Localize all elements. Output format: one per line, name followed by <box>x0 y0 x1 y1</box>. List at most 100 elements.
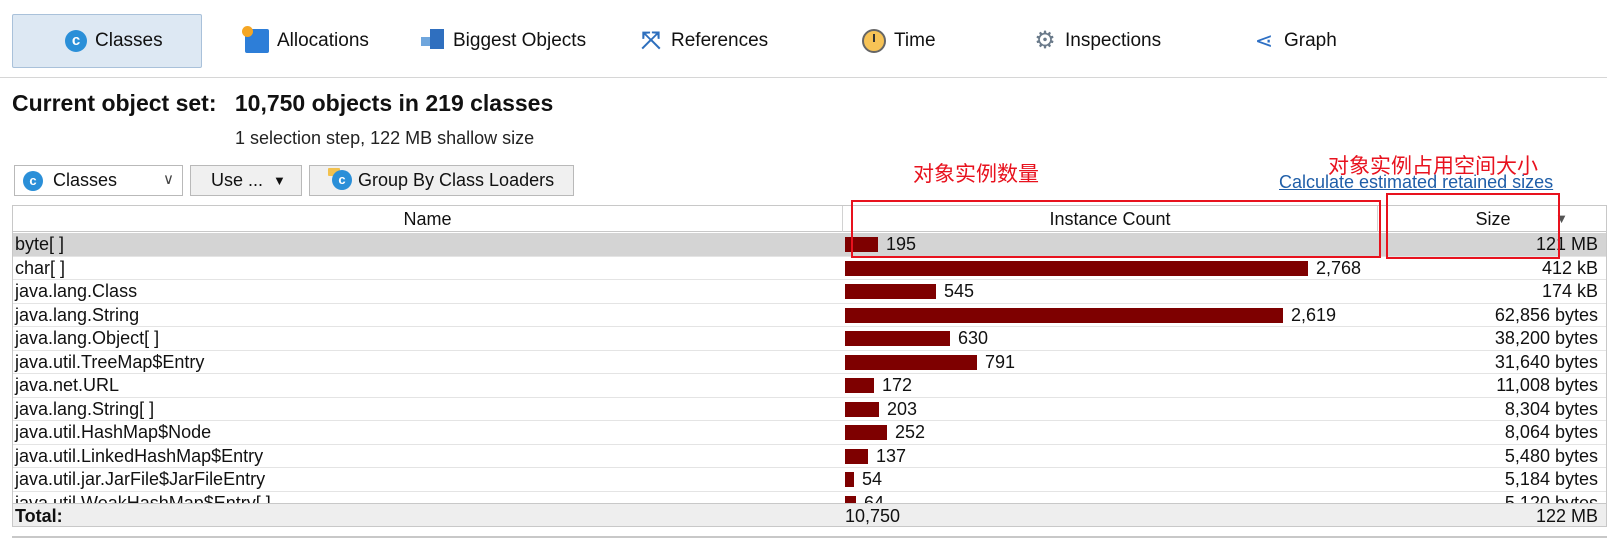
class-name-cell: java.util.jar.JarFile$JarFileEntry <box>15 469 266 489</box>
instance-count-cell: 172 <box>843 374 1378 397</box>
calculate-retained-sizes-link[interactable]: Calculate estimated retained sizes <box>1279 172 1553 193</box>
instance-count-annotation: 对象实例数量 <box>913 162 1039 186</box>
size-cell: 38,200 bytes <box>1494 328 1598 348</box>
size-cell: 11,008 bytes <box>1496 375 1598 395</box>
column-header-size[interactable]: Size ▼ <box>1378 206 1606 232</box>
use-label: Use ... <box>211 170 264 190</box>
instance-count-bar <box>845 378 874 393</box>
tab-biggest-objects[interactable]: Biggest Objects <box>421 14 586 68</box>
size-cell: 412 kB <box>1541 257 1598 278</box>
instance-count-value: 54 <box>862 469 883 489</box>
view-mode-select[interactable]: c Classes ∨ <box>14 165 183 196</box>
table-row[interactable]: java.lang.String[ ] 203 8,304 bytes <box>13 398 1606 421</box>
column-header-instance-count[interactable]: Instance Count <box>843 206 1378 232</box>
use-button[interactable]: Use ... ▼ <box>190 165 302 196</box>
tab-classes[interactable]: c Classes <box>12 14 202 68</box>
instance-count-value: 791 <box>985 351 1016 372</box>
instance-count-cell: 791 <box>843 351 1378 374</box>
size-cell: 31,640 bytes <box>1494 351 1598 372</box>
total-label: Total: <box>15 506 63 526</box>
classes-icon: c <box>332 170 352 190</box>
instance-count-cell: 203 <box>843 398 1378 421</box>
classes-table: Name Instance Count Size ▼ byte[ ] 195 121… <box>12 205 1607 527</box>
size-cell: 8,304 bytes <box>1504 398 1598 419</box>
title-label: Current object set: <box>12 90 217 116</box>
biggest-objects-icon <box>421 29 445 53</box>
instance-count-cell: 2,619 <box>843 304 1378 327</box>
table-row[interactable]: java.lang.String 2,619 62,856 bytes <box>13 304 1606 327</box>
instance-count-bar <box>845 401 879 417</box>
table-row[interactable]: java.lang.Object[ ] 630 38,200 bytes <box>13 327 1606 351</box>
class-name-cell: java.util.TreeMap$Entry <box>15 351 205 372</box>
tab-label: Time <box>894 30 936 51</box>
total-row: Total: 10,750 122 MB <box>13 503 1606 526</box>
group-by-class-loaders-button[interactable]: c Group By Class Loaders <box>309 165 574 196</box>
class-name-cell: java.lang.String <box>15 304 140 325</box>
instance-count-bar <box>845 331 950 346</box>
instance-count-bar <box>845 354 977 370</box>
class-name-cell: byte[ ] <box>15 234 65 254</box>
tab-references[interactable]: ⤧ References <box>639 14 768 68</box>
table-row[interactable]: java.util.LinkedHashMap$Entry 137 5,480 by… <box>13 445 1606 468</box>
instance-count-value: 203 <box>887 398 918 419</box>
chevron-down-icon: ∨ <box>163 171 174 188</box>
table-row[interactable]: byte[ ] 195 121 MB <box>13 233 1606 257</box>
instance-count-cell: 54 <box>843 468 1378 491</box>
total-size: 122 MB <box>1535 506 1598 526</box>
class-name-cell: java.lang.Class <box>15 281 138 301</box>
column-header-size-label: Size <box>1475 209 1511 229</box>
instance-count-cell: 137 <box>843 445 1378 468</box>
instance-count-bar <box>845 237 878 252</box>
sort-descending-icon: ▼ <box>1555 211 1568 226</box>
title-value: 10,750 objects in 219 classes <box>234 90 554 116</box>
instance-count-bar <box>845 495 856 503</box>
instance-count-value: 195 <box>886 234 917 254</box>
instance-count-value: 64 <box>864 492 885 504</box>
class-name-cell: java.lang.Object[ ] <box>15 328 160 348</box>
tab-inspections[interactable]: ⚙ Inspections <box>1033 14 1161 68</box>
table-row[interactable]: java.net.URL 172 11,008 bytes <box>13 374 1606 398</box>
view-mode-value: Classes <box>53 170 118 190</box>
horizontal-scrollbar[interactable] <box>12 536 1607 538</box>
view-tab-bar: c Classes Allocations Biggest Objects ⤧ … <box>0 0 1607 78</box>
table-row[interactable]: java.util.WeakHashMap$Entry[ ] 64 5,120 by… <box>13 492 1606 504</box>
table-row[interactable]: char[ ] 2,768 412 kB <box>13 257 1606 280</box>
references-icon: ⤧ <box>641 27 661 54</box>
instance-count-value: 172 <box>882 375 913 395</box>
tab-allocations[interactable]: Allocations <box>242 14 369 68</box>
instance-count-bar <box>845 448 868 464</box>
caret-down-icon: ▼ <box>273 173 286 188</box>
group-label: Group By Class Loaders <box>358 170 555 190</box>
table-body: byte[ ] 195 121 MB char[ ] 2,768 412 kB java.l… <box>13 233 1606 504</box>
graph-icon: ⋖ <box>1254 28 1274 53</box>
class-name-cell: java.util.HashMap$Node <box>15 422 212 442</box>
tab-label: References <box>671 30 769 51</box>
table-row[interactable]: java.util.HashMap$Node 252 8,064 bytes <box>13 421 1606 445</box>
size-cell: 5,120 bytes <box>1504 492 1598 504</box>
tab-graph[interactable]: ⋖ Graph <box>1252 14 1337 68</box>
instance-count-value: 2,768 <box>1316 257 1362 278</box>
table-header: Name Instance Count Size ▼ <box>13 206 1606 232</box>
table-row[interactable]: java.util.jar.JarFile$JarFileEntry 54 5,18… <box>13 468 1606 492</box>
table-row[interactable]: java.lang.Class 545 174 kB <box>13 280 1606 304</box>
tab-label: Biggest Objects <box>453 30 587 51</box>
instance-count-cell: 2,768 <box>843 257 1378 280</box>
instance-count-bar <box>845 425 887 440</box>
instance-count-cell: 252 <box>843 421 1378 444</box>
class-name-cell: java.net.URL <box>15 375 120 395</box>
class-name-cell: char[ ] <box>15 257 66 278</box>
size-cell: 5,480 bytes <box>1504 445 1598 466</box>
total-count: 10,750 <box>845 506 901 526</box>
size-cell: 174 kB <box>1541 281 1598 301</box>
tab-time[interactable]: Time <box>862 14 936 68</box>
gear-icon: ⚙ <box>1034 27 1056 54</box>
instance-count-cell: 64 <box>843 492 1378 504</box>
instance-count-bar <box>845 472 854 487</box>
page-title: Current object set: 10,750 objects in 21… <box>12 90 553 117</box>
table-row[interactable]: java.util.TreeMap$Entry 791 31,640 bytes <box>13 351 1606 374</box>
tab-label: Allocations <box>277 30 369 51</box>
classes-icon: c <box>65 30 87 52</box>
instance-count-cell: 195 <box>843 233 1378 256</box>
column-header-name[interactable]: Name <box>13 206 843 232</box>
instance-count-value: 252 <box>895 422 926 442</box>
